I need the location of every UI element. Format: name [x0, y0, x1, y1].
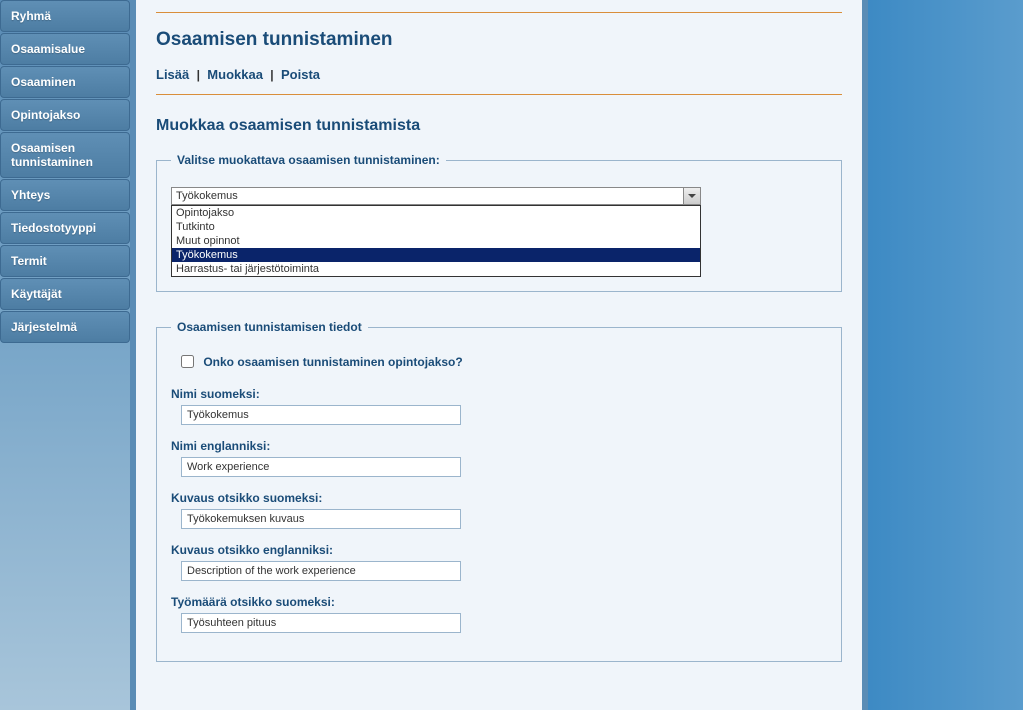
- details-fieldset: Osaamisen tunnistamisen tiedot Onko osaa…: [156, 320, 842, 662]
- divider: [156, 94, 842, 95]
- action-delete[interactable]: Poista: [281, 67, 320, 82]
- divider: [156, 12, 842, 13]
- dropdown-list: Opintojakso Tutkinto Muut opinnot Työkok…: [171, 205, 701, 277]
- sidebar-item-tiedostotyyppi[interactable]: Tiedostotyyppi: [0, 212, 130, 244]
- option-tutkinto[interactable]: Tutkinto: [172, 220, 700, 234]
- select-fieldset: Valitse muokattava osaamisen tunnistamin…: [156, 153, 842, 292]
- desc-title-fi-input[interactable]: [181, 509, 461, 529]
- select-selected-value: Työkokemus: [176, 190, 238, 202]
- is-course-checkbox[interactable]: [181, 355, 194, 368]
- sidebar-item-jarjestelma[interactable]: Järjestelmä: [0, 311, 130, 343]
- name-fi-label: Nimi suomeksi:: [171, 387, 827, 401]
- option-harrastus[interactable]: Harrastus- tai järjestötoiminta: [172, 262, 700, 276]
- action-links: Lisää | Muokkaa | Poista: [156, 67, 842, 82]
- sidebar-item-osaaminen[interactable]: Osaaminen: [0, 66, 130, 98]
- details-legend: Osaamisen tunnistamisen tiedot: [171, 320, 368, 334]
- sidebar: Ryhmä Osaamisalue Osaaminen Opintojakso …: [0, 0, 130, 710]
- sidebar-item-osaamisen-tunnistaminen[interactable]: Osaamisen tunnistaminen: [0, 132, 130, 178]
- name-fi-input[interactable]: [181, 405, 461, 425]
- sidebar-item-yhteys[interactable]: Yhteys: [0, 179, 130, 211]
- separator: |: [197, 68, 200, 82]
- sidebar-item-opintojakso[interactable]: Opintojakso: [0, 99, 130, 131]
- select-recognition[interactable]: Työkokemus: [171, 187, 701, 205]
- sidebar-item-ryhma[interactable]: Ryhmä: [0, 0, 130, 32]
- is-course-label: Onko osaamisen tunnistaminen opintojakso…: [203, 355, 462, 369]
- sidebar-item-kayttajat[interactable]: Käyttäjät: [0, 278, 130, 310]
- select-legend: Valitse muokattava osaamisen tunnistamin…: [171, 153, 446, 167]
- right-accent: [868, 0, 1023, 710]
- action-edit[interactable]: Muokkaa: [207, 67, 263, 82]
- desc-title-en-input[interactable]: [181, 561, 461, 581]
- workload-title-fi-label: Työmäärä otsikko suomeksi:: [171, 595, 827, 609]
- desc-title-fi-label: Kuvaus otsikko suomeksi:: [171, 491, 827, 505]
- page-subtitle: Muokkaa osaamisen tunnistamista: [156, 117, 842, 135]
- page-title: Osaamisen tunnistaminen: [156, 29, 842, 51]
- name-en-input[interactable]: [181, 457, 461, 477]
- sidebar-item-osaamisalue[interactable]: Osaamisalue: [0, 33, 130, 65]
- option-opintojakso[interactable]: Opintojakso: [172, 206, 700, 220]
- option-muut-opinnot[interactable]: Muut opinnot: [172, 234, 700, 248]
- name-en-label: Nimi englanniksi:: [171, 439, 827, 453]
- desc-title-en-label: Kuvaus otsikko englanniksi:: [171, 543, 827, 557]
- sidebar-item-termit[interactable]: Termit: [0, 245, 130, 277]
- action-add[interactable]: Lisää: [156, 67, 189, 82]
- option-tyokokemus[interactable]: Työkokemus: [172, 248, 700, 262]
- main-content: Osaamisen tunnistaminen Lisää | Muokkaa …: [130, 0, 868, 710]
- workload-title-fi-input[interactable]: [181, 613, 461, 633]
- chevron-down-icon: [683, 188, 700, 204]
- separator: |: [270, 68, 273, 82]
